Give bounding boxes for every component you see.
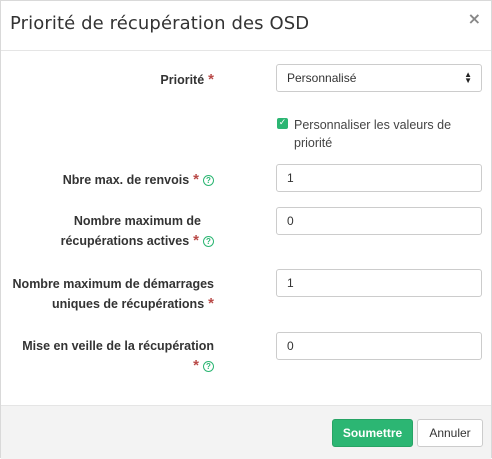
required-asterisk: * [193,171,199,188]
priority-select[interactable]: Personnalisé ▲ ▼ [276,64,482,92]
max-active-recoveries-input[interactable]: 0 [276,207,482,235]
customize-checkbox[interactable]: ✓ [277,118,288,129]
question-circle-icon[interactable]: ? [203,236,214,247]
submit-button[interactable]: Soumettre [332,419,413,447]
required-asterisk: * [193,232,199,249]
max-backfills-input[interactable]: 1 [276,164,482,192]
required-asterisk: * [208,295,214,312]
modal-title: Priorité de récupération des OSD [10,13,310,34]
max-single-start-label: Nombre maximum de démarrages uniques de … [12,277,214,312]
cancel-button[interactable]: Annuler [417,419,483,447]
question-circle-icon[interactable]: ? [203,361,214,372]
required-asterisk: * [193,357,199,374]
select-arrows-icon: ▲ ▼ [464,70,472,85]
recovery-sleep-input[interactable]: 0 [276,332,482,360]
close-icon[interactable]: × [468,11,481,27]
max-backfills-label: Nbre max. de renvois *? [63,170,214,190]
max-single-start-input[interactable]: 1 [276,269,482,297]
modal-footer: Soumettre Annuler [1,405,491,459]
modal-header: Priorité de récupération des OSD × [1,1,491,51]
required-asterisk: * [208,71,214,88]
customize-checkbox-label: Personnaliser les valeurs de priorité [294,118,452,150]
priority-label: Priorité * [160,71,214,88]
max-active-recoveries-label: Nombre maximum de récupérations actives *… [61,211,214,251]
osd-recovery-priority-modal: Priorité de récupération des OSD × Prior… [0,0,492,459]
question-circle-icon[interactable]: ? [203,175,214,186]
recovery-sleep-label: Mise en veille de la récupération *? [22,339,214,374]
